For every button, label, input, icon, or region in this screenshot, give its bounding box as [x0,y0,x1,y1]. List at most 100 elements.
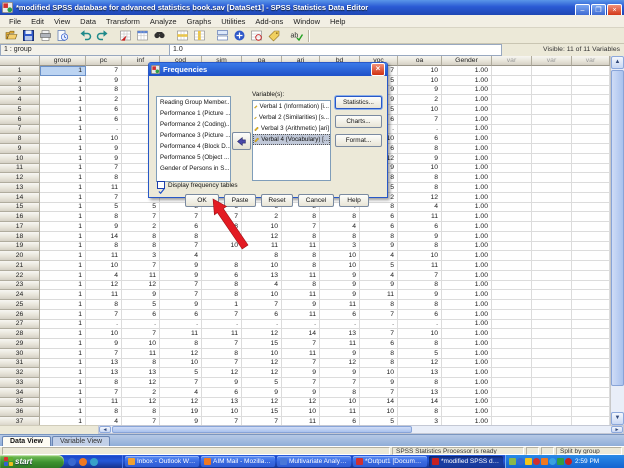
insert-cases-icon[interactable] [174,28,191,44]
scroll-right-icon[interactable]: ► [611,426,623,433]
grid-cell[interactable] [532,154,572,164]
grid-cell[interactable]: 1.00 [442,398,492,408]
grid-cell[interactable]: 1.00 [442,290,492,300]
grid-cell[interactable] [572,86,610,96]
grid-cell[interactable]: 7 [282,222,320,232]
grid-cell[interactable]: 10 [398,66,442,76]
variable-list-item[interactable]: Performance 2 (Coding)... [157,119,230,130]
row-header[interactable]: 8 [0,134,40,144]
insert-variable-icon[interactable] [191,28,208,44]
grid-cell[interactable] [492,105,532,115]
grid-cell[interactable] [492,222,532,232]
grid-cell[interactable] [572,388,610,398]
taskbar-button[interactable]: Multivariate Analysis ... [277,456,351,467]
grid-cell[interactable] [572,134,610,144]
grid-cell[interactable]: 1 [40,242,86,252]
grid-cell[interactable]: 10 [242,261,282,271]
grid-cell[interactable]: 1.00 [442,300,492,310]
grid-cell[interactable]: 1.00 [442,310,492,320]
column-header-group[interactable]: group [40,56,86,66]
grid-cell[interactable]: 6 [320,310,360,320]
grid-cell[interactable]: 1.00 [442,407,492,417]
grid-cell[interactable]: 1.00 [442,378,492,388]
grid-cell[interactable] [532,242,572,252]
grid-cell[interactable]: 11 [282,271,320,281]
grid-cell[interactable]: 11 [242,242,282,252]
grid-cell[interactable]: 1.00 [442,339,492,349]
grid-cell[interactable]: 7 [86,66,122,76]
grid-cell[interactable]: 4 [242,281,282,291]
grid-cell[interactable]: 7 [398,271,442,281]
split-file-icon[interactable] [214,28,231,44]
grid-cell[interactable]: 1.00 [442,388,492,398]
grid-cell[interactable]: 11 [320,300,360,310]
grid-cell[interactable] [492,339,532,349]
grid-cell[interactable]: 9 [160,261,202,271]
row-header[interactable]: 5 [0,105,40,115]
scroll-down-icon[interactable]: ▼ [611,412,624,425]
grid-cell[interactable]: . [398,125,442,135]
grid-cell[interactable] [492,134,532,144]
grid-cell[interactable]: 9 [398,86,442,96]
row-header[interactable]: 21 [0,261,40,271]
value-labels-icon[interactable] [265,28,282,44]
menu-window[interactable]: Window [288,17,325,26]
grid-cell[interactable] [532,261,572,271]
grid-cell[interactable]: . [122,320,160,330]
grid-cell[interactable]: 8 [282,251,320,261]
grid-cell[interactable]: 1 [40,222,86,232]
grid-cell[interactable] [492,76,532,86]
grid-cell[interactable]: 12 [320,359,360,369]
grid-cell[interactable] [572,66,610,76]
grid-cell[interactable]: 10 [122,339,160,349]
grid-cell[interactable] [492,154,532,164]
grid-cell[interactable]: 9 [122,290,160,300]
row-header[interactable]: 16 [0,212,40,222]
grid-cell[interactable]: 8 [160,232,202,242]
grid-cell[interactable]: 1.00 [442,125,492,135]
grid-cell[interactable]: 1.00 [442,349,492,359]
grid-cell[interactable]: 1 [40,300,86,310]
grid-cell[interactable]: 5 [86,203,122,213]
grid-cell[interactable]: 12 [122,398,160,408]
grid-cell[interactable]: 1 [40,193,86,203]
horizontal-scroll-thumb[interactable] [112,426,412,433]
save-file-icon[interactable] [20,28,37,44]
row-header[interactable]: 26 [0,310,40,320]
grid-cell[interactable]: 8 [398,378,442,388]
charts-button[interactable]: Charts... [335,115,382,128]
quick-launch-icon[interactable] [68,458,76,466]
grid-cell[interactable]: 1 [40,203,86,213]
grid-cell[interactable] [572,164,610,174]
grid-cell[interactable]: 7 [160,212,202,222]
grid-cell[interactable] [572,203,610,213]
grid-cell[interactable] [492,349,532,359]
grid-cell[interactable]: 9 [360,242,398,252]
row-header[interactable]: 19 [0,242,40,252]
menu-help[interactable]: Help [325,17,350,26]
grid-cell[interactable]: 11 [282,349,320,359]
grid-cell[interactable] [572,329,610,339]
menu-analyze[interactable]: Analyze [145,17,182,26]
grid-cell[interactable]: . [86,125,122,135]
row-header[interactable]: 11 [0,164,40,174]
row-header[interactable]: 29 [0,339,40,349]
grid-cell[interactable]: 2 [122,222,160,232]
grid-cell[interactable] [572,115,610,125]
grid-cell[interactable]: 9 [160,417,202,425]
grid-cell[interactable]: 8 [202,261,242,271]
variable-list-item[interactable]: Verbal 4 (Vocabulary) [... [253,134,330,145]
grid-cell[interactable]: 10 [320,261,360,271]
grid-cell[interactable]: 9 [398,154,442,164]
tray-icon[interactable] [557,458,564,465]
grid-cell[interactable]: . [202,320,242,330]
column-header-gender[interactable]: Gender [442,56,492,66]
grid-cell[interactable]: 1.00 [442,242,492,252]
reset-button[interactable]: Reset [261,194,293,207]
grid-cell[interactable]: 10 [86,134,122,144]
grid-cell[interactable] [572,300,610,310]
grid-cell[interactable]: 8 [86,212,122,222]
grid-cell[interactable]: 1 [40,417,86,425]
grid-cell[interactable]: 9 [320,281,360,291]
grid-cell[interactable]: 1 [40,271,86,281]
